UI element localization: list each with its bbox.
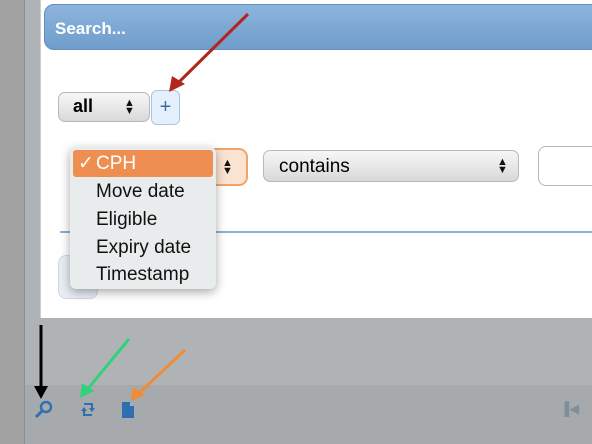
- green-arrow: [84, 338, 131, 392]
- red-arrow: [174, 12, 250, 87]
- annotation-arrows: [34, 12, 250, 401]
- black-arrow-head: [34, 386, 48, 399]
- orange-arrow: [135, 348, 187, 397]
